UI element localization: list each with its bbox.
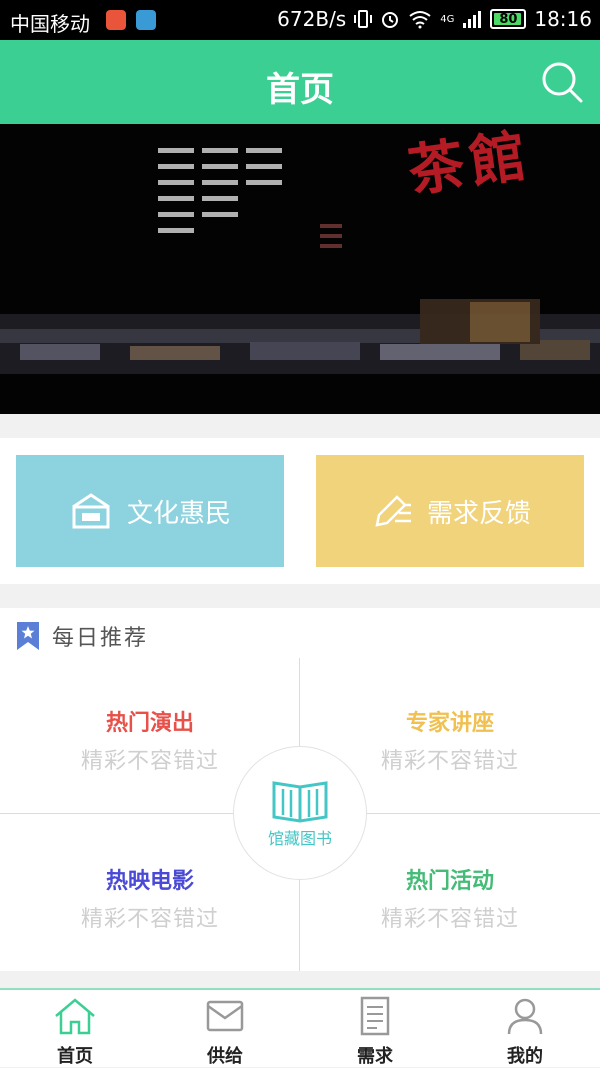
- tab-label: 需求: [357, 1046, 393, 1067]
- carrier-label: 中国移动: [10, 12, 90, 36]
- net-speed: 672B/s: [277, 7, 347, 31]
- battery-level: 80: [499, 11, 518, 27]
- tab-demand[interactable]: 需求: [300, 996, 450, 1068]
- alarm-icon: [382, 12, 399, 28]
- now-showing-movie-item[interactable]: 热映电影 精彩不容错过: [0, 863, 300, 933]
- document-icon: [360, 996, 390, 1036]
- wifi-icon: [409, 11, 431, 29]
- book-icon: [272, 781, 328, 823]
- tab-supply[interactable]: 供给: [150, 996, 300, 1068]
- tab-label: 我的: [507, 1046, 543, 1067]
- item-title: 热映电影: [105, 869, 194, 894]
- user-icon: [507, 998, 543, 1035]
- vibrate-icon: [354, 10, 373, 28]
- section-title: 每日推荐: [52, 626, 149, 651]
- item-title: 专家讲座: [405, 711, 494, 736]
- culture-benefit-button[interactable]: 文化惠民: [16, 455, 284, 567]
- banner-carousel[interactable]: 茶館: [0, 124, 600, 414]
- page-title: 首页: [266, 70, 334, 110]
- app-header: 首页: [0, 40, 600, 124]
- house-icon: [72, 493, 110, 529]
- library-books-button[interactable]: 馆藏图书: [233, 746, 367, 880]
- search-icon: [542, 62, 583, 103]
- tab-mine[interactable]: 我的: [450, 996, 600, 1068]
- item-title: 热门演出: [105, 711, 194, 736]
- battery-icon: 80: [490, 9, 527, 29]
- notification-app-icon: [106, 10, 126, 30]
- tab-home[interactable]: 首页: [0, 996, 150, 1068]
- feedback-button[interactable]: 需求反馈: [316, 455, 584, 567]
- signal-icon: [463, 11, 482, 28]
- item-subtitle: 精彩不容错过: [80, 907, 219, 932]
- library-books-label: 馆藏图书: [267, 829, 332, 848]
- tab-label: 首页: [57, 1046, 93, 1067]
- culture-benefit-label: 文化惠民: [126, 498, 231, 529]
- item-title: 热门活动: [405, 869, 494, 894]
- daily-recommend-section: 每日推荐 热门演出 精彩不容错过 专家讲座 精彩不容错过 热映电影 精彩不容错过…: [0, 608, 600, 971]
- quick-actions: 文化惠民 需求反馈: [0, 438, 600, 584]
- notification-app-icon: [136, 10, 156, 30]
- edit-icon: [375, 495, 411, 527]
- item-subtitle: 精彩不容错过: [380, 907, 519, 932]
- feedback-label: 需求反馈: [426, 498, 531, 529]
- network-type-label: 4G: [440, 13, 455, 25]
- status-bar: 中国移动 672B/s 4G 80 18:16: [0, 0, 600, 40]
- bottom-tab-bar: 首页 供给 需求 我的: [0, 988, 600, 1067]
- mail-icon: [206, 1000, 244, 1032]
- section-header: 每日推荐: [16, 620, 148, 652]
- bookmark-star-icon: [17, 622, 39, 650]
- tab-label: 供给: [207, 1046, 243, 1067]
- clock: 18:16: [534, 7, 592, 31]
- search-button[interactable]: [540, 60, 584, 104]
- home-icon: [55, 998, 95, 1035]
- hot-activity-item[interactable]: 热门活动 精彩不容错过: [300, 863, 600, 933]
